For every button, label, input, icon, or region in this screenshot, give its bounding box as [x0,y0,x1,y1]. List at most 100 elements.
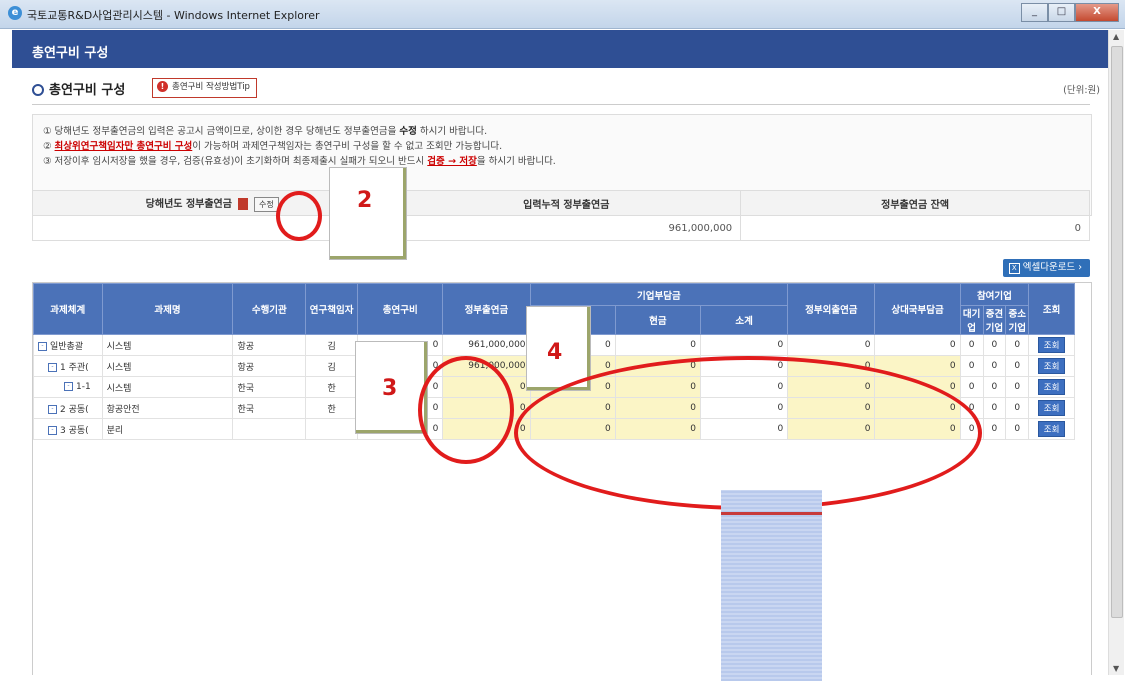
cell-name: 시스템 [101,334,234,356]
cell-view: 조회 [1028,418,1075,440]
tree-toggle-icon[interactable]: - [48,362,57,372]
header-partner: 상대국부담금 [874,283,961,335]
view-button[interactable]: 조회 [1037,400,1066,416]
header-large: 대기업 [959,305,984,335]
system-label: 1-1 [76,382,91,392]
system-label: 2 공동( [60,404,89,415]
question-icon [237,197,248,210]
unit-label: (단위:원) [1063,85,1100,96]
cell-small: 0 [1005,334,1030,356]
cell-org: 항공 [232,355,307,377]
tree-toggle-icon[interactable]: - [48,404,57,414]
close-button[interactable]: X [1075,3,1119,22]
cell-leader: 김 [305,355,359,377]
annotation-number-4: 4 [547,340,563,365]
maximize-button[interactable]: □ [1048,3,1075,22]
tip-button[interactable]: ! 총연구비 작성방법Tip [152,78,257,98]
header-company: 기업부담금 [529,283,789,306]
header-system: 과제체계 [33,283,103,335]
header-subtotal: 소계 [699,305,789,335]
header-cash: 현금 [614,305,701,335]
title-bar: e 국토교통R&D사업관리시스템 - Windows Internet Expl… [0,0,1125,29]
window-title: 국토교통R&D사업관리시스템 - Windows Internet Explor… [27,9,320,22]
banner-title: 총연구비 구성 [32,46,109,61]
tip-label: 총연구비 작성방법Tip [172,82,250,92]
cell-system: -1-1 [33,376,103,398]
notice-line-2: ② 최상위연구책임자만 총연구비 구성이 가능하며 과제연구책임자는 총연구비 … [43,141,503,152]
header-leader: 연구책임자 [305,283,359,335]
cell-org: 한국 [232,376,307,398]
header-mid: 중견기업 [982,305,1007,335]
summary-cumulative-value: 961,000,000 [391,215,742,241]
cell-org: 항공 [232,334,307,356]
cell-mid: 0 [982,418,1007,440]
annotation-number-3: 3 [382,376,398,401]
tree-toggle-icon[interactable]: - [38,341,47,351]
cell-large: 0 [959,334,984,356]
minimize-button[interactable]: _ [1021,3,1048,22]
cell-mid: 0 [982,355,1007,377]
cell-leader [305,418,359,440]
header-small: 중소기업 [1005,305,1030,335]
section-title: 총연구비 구성 [49,83,126,98]
annotation-number-2: 2 [357,188,373,213]
cell-leader: 한 [305,376,359,398]
cell-system: -3 공동( [33,418,103,440]
summary-balance-value: 0 [740,215,1090,241]
scroll-down-icon[interactable]: ▼ [1113,664,1119,673]
vertical-scrollbar[interactable]: ▲ ▼ [1108,30,1124,675]
header-view: 조회 [1028,283,1075,335]
notice-line-3: ③ 저장이후 임시저장을 했을 경우, 검증(유효성)이 초기화하며 최종제출시… [43,156,556,167]
cell-large: 0 [959,376,984,398]
header-gov: 정부출연금 [442,283,531,335]
cell-leader: 김 [305,334,359,356]
scroll-thumb[interactable] [1111,46,1123,618]
header-org: 수행기관 [232,283,307,335]
cell-view: 조회 [1028,376,1075,398]
excel-icon: X [1008,263,1020,274]
cell-org [232,418,307,440]
cell-small: 0 [1005,355,1030,377]
system-label: 3 공동( [60,425,89,436]
cell-mid: 0 [982,376,1007,398]
ie-logo-icon: e [8,6,22,20]
cell-view: 조회 [1028,334,1075,356]
cell-leader: 한 [305,397,359,419]
cell-large: 0 [959,355,984,377]
cell-gov: 961,000,000 [442,334,531,356]
cell-view: 조회 [1028,397,1075,419]
edit-button[interactable]: 수정 [253,196,279,212]
annotation-circle-3 [418,356,514,464]
view-button[interactable]: 조회 [1037,358,1066,374]
cell-small: 0 [1005,376,1030,398]
cell-name: 시스템 [101,355,234,377]
bullet-circle-icon [32,83,44,96]
excel-download-button[interactable]: X 엑셀다운로드 › [1002,259,1090,277]
view-button[interactable]: 조회 [1037,421,1066,437]
cell-system: - 일반총괄 [33,334,103,356]
cell-system: -1 주관( [33,355,103,377]
annotation-ellipse-4 [514,356,982,510]
cell-org: 한국 [232,397,307,419]
cell-name: 분리 [101,418,234,440]
cell-small: 0 [1005,397,1030,419]
alert-icon: ! [157,81,168,92]
system-label: 일반총괄 [50,341,84,352]
header-total: 총연구비 [357,283,444,335]
view-button[interactable]: 조회 [1037,379,1066,395]
tree-toggle-icon[interactable]: - [64,382,73,391]
cell-mid: 0 [982,334,1007,356]
cell-small: 0 [1005,418,1030,440]
cell-name: 항공안전 [101,397,234,419]
tree-toggle-icon[interactable]: - [48,425,57,435]
cell-nongov: 0 [787,334,876,356]
cell-system: -2 공동( [33,397,103,419]
summary-table: 당해년도 정부출연금수정 입력누적 정부출연금 정부출연금 잔액 0 961,0… [31,190,1090,241]
page-banner: 총연구비 구성 [12,30,1108,68]
annotation-box-2 [330,168,406,259]
system-label: 1 주관( [60,362,89,373]
header-nongov: 정부외출연금 [787,283,876,335]
summary-header-balance: 정부출연금 잔액 [740,190,1090,216]
scroll-up-icon[interactable]: ▲ [1113,32,1119,41]
view-button[interactable]: 조회 [1037,337,1066,353]
